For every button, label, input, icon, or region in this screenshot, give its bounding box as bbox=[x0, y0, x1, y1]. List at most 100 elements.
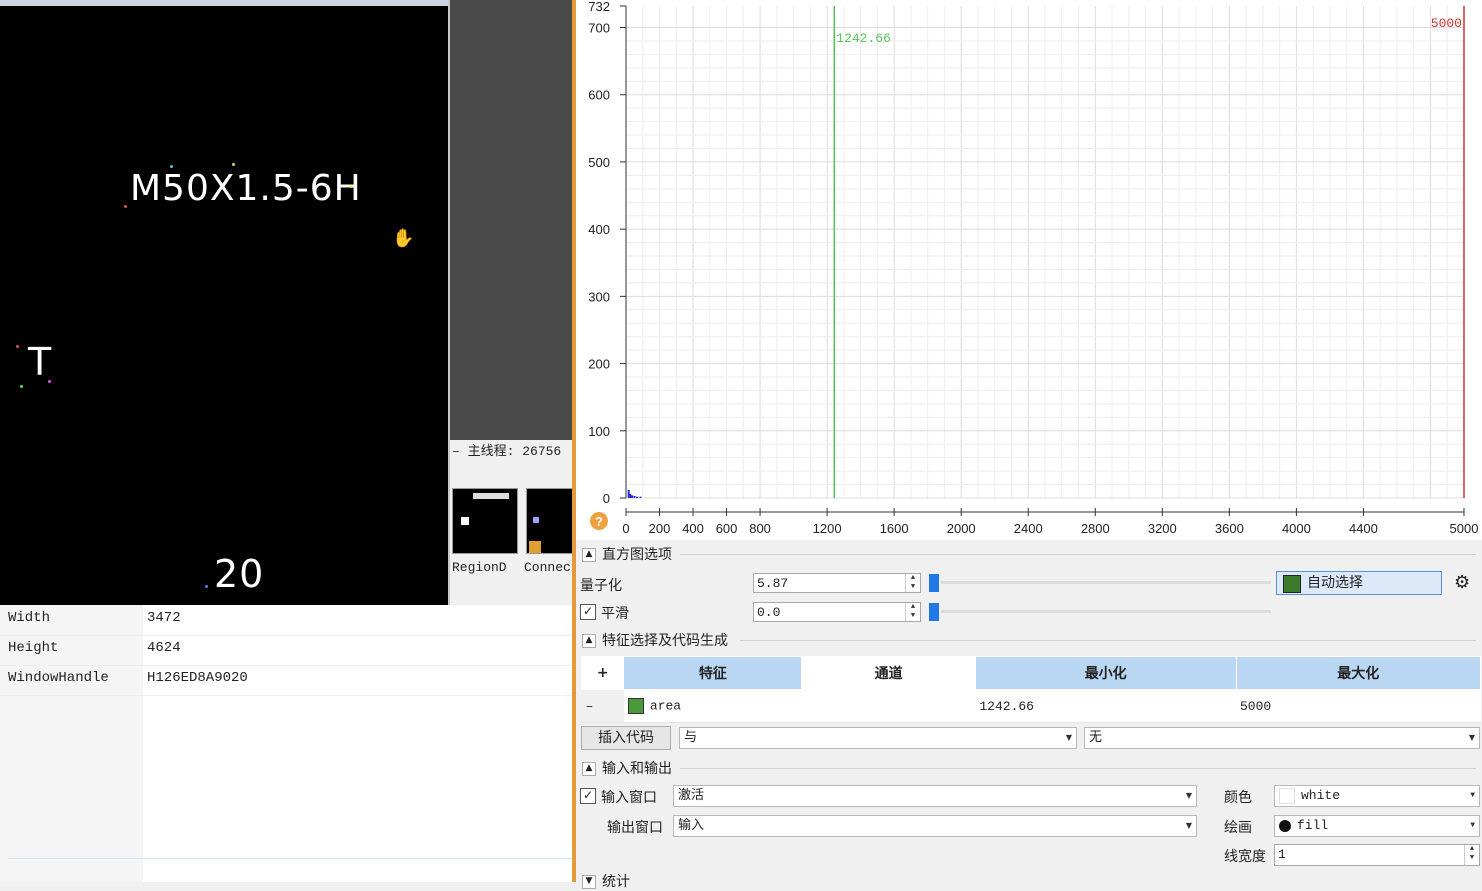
property-row[interactable]: WindowHandle H126ED8A9020 bbox=[0, 665, 572, 696]
x-tick-label: 2400 bbox=[1014, 521, 1043, 536]
section-input-output[interactable]: ▲ 输入和输出 bbox=[582, 758, 672, 778]
region-speck bbox=[350, 185, 353, 188]
x-tick-label: 400 bbox=[682, 521, 704, 536]
chevron-down-icon: ▼ bbox=[1185, 791, 1192, 800]
x-tick-label: 1200 bbox=[813, 521, 842, 536]
workspace-background bbox=[450, 0, 572, 440]
ocr-text-number: 20 bbox=[214, 552, 265, 596]
input-window-checkbox[interactable]: ✓ bbox=[580, 788, 596, 804]
y-tick-label: 0 bbox=[603, 491, 610, 506]
input-window-label: 输入窗口 bbox=[601, 790, 657, 806]
section-statistics[interactable]: ▼ 统计 bbox=[582, 871, 630, 891]
histogram-svg[interactable]: 0 100 200 300 400 500 600 700 732 0 200 400 600 800 12… bbox=[576, 0, 1482, 540]
thumbnail-label: RegionD bbox=[452, 560, 507, 575]
histogram-bar bbox=[631, 495, 634, 498]
x-tick-label: 200 bbox=[649, 521, 671, 536]
max-threshold-label: 5000 bbox=[1431, 16, 1462, 31]
linewidth-label: 线宽度 bbox=[1224, 849, 1266, 865]
property-key: Height bbox=[8, 640, 59, 656]
control-panel: ▲ 直方图选项 量子化 5.87 ▲ ▼ 自动选择 ⚙ ✓ 平滑 0.0 ▲ ▼ ▲ 特… bbox=[576, 540, 1482, 890]
column-header[interactable]: 最小化 bbox=[974, 656, 1237, 690]
output-window-combo[interactable]: 输入 ▼ bbox=[673, 815, 1197, 837]
collapse-icon[interactable]: ▲ bbox=[582, 634, 596, 648]
auto-select-button[interactable]: 自动选择 bbox=[1276, 571, 1442, 595]
region-speck bbox=[232, 163, 235, 166]
x-tick-label: 3600 bbox=[1215, 521, 1244, 536]
x-tick-label: 1600 bbox=[880, 521, 909, 536]
linewidth-input[interactable]: 1 ▲ ▼ bbox=[1274, 844, 1480, 866]
channel-combo[interactable]: 无 ▼ bbox=[1084, 727, 1480, 749]
property-key: WindowHandle bbox=[8, 670, 109, 686]
property-row[interactable]: Height 4624 bbox=[0, 635, 572, 666]
y-tick-label: 732 bbox=[588, 0, 610, 14]
property-row[interactable]: Width 3472 bbox=[0, 605, 572, 636]
quantize-label: 量子化 bbox=[580, 578, 622, 594]
image-window-toolbar bbox=[0, 0, 448, 6]
thumbnail-regiond[interactable] bbox=[452, 488, 518, 554]
histogram-bar bbox=[639, 496, 642, 498]
quantize-slider-handle[interactable] bbox=[929, 574, 939, 592]
histogram-chart[interactable]: 0 100 200 300 400 500 600 700 732 0 200 400 600 800 12… bbox=[576, 0, 1482, 540]
feature-table-header: + 特征 通道 最小化 最大化 bbox=[580, 656, 1481, 690]
hand-cursor-icon: ✋ bbox=[392, 228, 415, 249]
y-tick-label: 700 bbox=[588, 21, 610, 36]
column-header[interactable]: 通道 bbox=[801, 656, 976, 690]
properties-grid: Width 3472 Height 4624 WindowHandle H126… bbox=[0, 605, 863, 882]
y-tick-label: 200 bbox=[588, 357, 610, 372]
section-feature-selection[interactable]: ▲ 特征选择及代码生成 bbox=[582, 630, 728, 650]
region-speck bbox=[20, 385, 23, 388]
x-tick-label: 3200 bbox=[1148, 521, 1177, 536]
histogram-bar bbox=[636, 496, 639, 498]
thumbnail-label: Connec bbox=[524, 560, 571, 575]
color-combo[interactable]: white ▼ bbox=[1274, 785, 1480, 807]
min-threshold-label: 1242.66 bbox=[836, 31, 891, 46]
quantize-slider-track[interactable] bbox=[941, 581, 1271, 584]
feature-name: area bbox=[649, 698, 682, 714]
column-header[interactable]: 特征 bbox=[623, 656, 803, 690]
settings-icon[interactable]: ⚙ bbox=[1454, 572, 1470, 593]
feature-max[interactable]: 5000 bbox=[1236, 689, 1481, 723]
feature-min[interactable]: 1242.66 bbox=[975, 689, 1236, 723]
region-speck bbox=[205, 585, 208, 588]
chevron-down-icon: ▼ bbox=[1065, 733, 1072, 742]
add-feature-button[interactable]: + bbox=[580, 656, 625, 690]
quantize-input[interactable]: 5.87 ▲ ▼ bbox=[753, 573, 921, 593]
section-histogram-options[interactable]: ▲ 直方图选项 bbox=[582, 544, 672, 564]
input-window-combo[interactable]: 激活 ▼ bbox=[673, 785, 1197, 807]
histogram-bar bbox=[633, 495, 636, 498]
y-tick-label: 600 bbox=[588, 88, 610, 103]
region-speck bbox=[16, 345, 19, 348]
color-swatch bbox=[1279, 787, 1295, 804]
ocr-text-t: T bbox=[28, 340, 53, 384]
smooth-input[interactable]: 0.0 ▲ ▼ bbox=[753, 602, 921, 622]
smooth-slider-handle[interactable] bbox=[929, 603, 939, 621]
column-header[interactable]: 最大化 bbox=[1235, 656, 1481, 690]
table-row[interactable]: – area 1242.66 5000 bbox=[581, 689, 1481, 723]
thread-text: 主线程: 26756 bbox=[467, 444, 562, 459]
spin-updown-icon[interactable]: ▲ ▼ bbox=[1464, 845, 1479, 865]
feature-check-icon[interactable] bbox=[627, 698, 644, 714]
smooth-slider-track[interactable] bbox=[941, 610, 1271, 613]
chevron-down-icon: ▼ bbox=[1470, 821, 1475, 830]
draw-combo[interactable]: fill ▼ bbox=[1274, 815, 1480, 837]
feature-channel bbox=[801, 689, 976, 723]
auto-select-icon bbox=[1283, 575, 1301, 593]
collapse-icon[interactable]: ▲ bbox=[582, 762, 596, 776]
x-tick-label: 2000 bbox=[947, 521, 976, 536]
spin-updown-icon[interactable]: ▲ ▼ bbox=[905, 574, 920, 592]
region-speck bbox=[124, 205, 127, 208]
logic-combo[interactable]: 与 ▼ bbox=[679, 727, 1077, 749]
fill-bucket-icon bbox=[1279, 819, 1291, 832]
insert-code-button[interactable]: 插入代码 bbox=[581, 726, 671, 750]
remove-feature-button[interactable]: – bbox=[581, 689, 624, 723]
chevron-down-icon: ▼ bbox=[1470, 791, 1475, 800]
collapse-icon[interactable]: ▲ bbox=[582, 548, 596, 562]
spin-updown-icon[interactable]: ▲ ▼ bbox=[905, 603, 920, 621]
chevron-down-icon: ▼ bbox=[1185, 821, 1192, 830]
smooth-checkbox[interactable]: ✓ bbox=[580, 604, 596, 620]
collapse-icon[interactable]: ▼ bbox=[582, 875, 596, 889]
smooth-label: 平滑 bbox=[601, 606, 629, 622]
image-window[interactable]: M50X1.5-6H T 20 ✋ bbox=[0, 0, 450, 605]
thumbnail-strip: RegionD Connec bbox=[450, 464, 592, 600]
property-value: 3472 bbox=[147, 610, 181, 626]
